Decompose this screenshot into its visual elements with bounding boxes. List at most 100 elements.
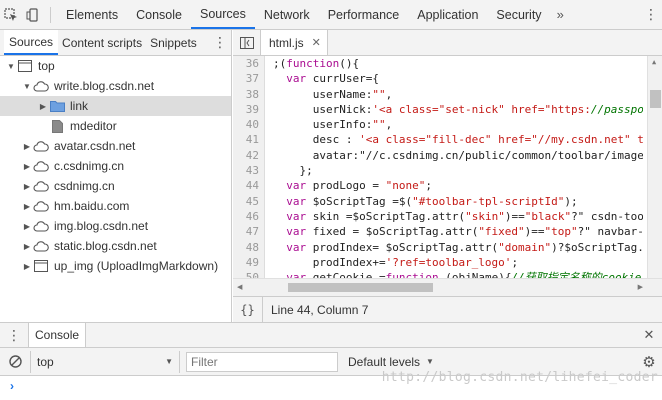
code-line[interactable]: var fixed = $oScriptTag.attr("fixed")=="… [273,224,643,239]
expanded-arrow-icon[interactable]: ▼ [5,60,17,72]
tab-sources[interactable]: Sources [190,0,255,29]
code-lines[interactable]: ;(function(){ var currUser={ userName:""… [273,56,643,296]
tree-item[interactable]: ▼ write.blog.csdn.net [0,76,231,96]
tab-network[interactable]: Network [255,0,319,29]
navigator-tabs: Sources Content scripts Snippets ⋮ [0,30,231,56]
cloud-icon [33,139,49,153]
scroll-up-icon[interactable]: ▲ [652,58,656,66]
code-line[interactable]: avatar:"//c.csdnimg.cn/public/common/too… [273,148,643,163]
customize-menu-icon[interactable]: ⋮ [640,0,662,29]
tree-item-label: mdeditor [70,119,117,133]
line-number: 45 [245,194,259,208]
code-line[interactable]: var $oScriptTag =$("#toolbar-tpl-scriptI… [273,194,643,209]
collapsed-arrow-icon[interactable]: ▶ [21,260,33,272]
toolbar-divider [50,7,51,23]
navigator-menu-icon[interactable]: ⋮ [209,30,231,55]
tab-console[interactable]: Console [127,0,191,29]
horizontal-scroll-thumb[interactable] [288,283,433,292]
tree-item[interactable]: ▶ link [0,96,231,116]
line-number: 43 [245,164,259,178]
code-line[interactable]: userName:"", [273,87,643,102]
toggle-navigator-icon[interactable] [233,30,261,55]
inspect-element-icon[interactable] [0,0,22,30]
file-tree: ▼ top ▼ write.blog.csdn.net ▶ link mdeditor ▶ av… [0,56,231,276]
editor-status-bar: {} Line 44, Column 7 [233,296,662,323]
collapsed-arrow-icon[interactable]: ▶ [21,240,33,252]
expanded-arrow-icon[interactable]: ▼ [21,80,33,92]
code-line[interactable]: desc : '<a class="fill-dec" href="//my.c… [273,132,643,147]
line-number: 47 [245,225,259,239]
code-line[interactable]: userInfo:"", [273,117,643,132]
clear-console-icon[interactable] [0,355,30,368]
code-line[interactable]: var currUser={ [273,71,643,86]
collapsed-arrow-icon[interactable]: ▶ [21,200,33,212]
line-number: 42 [245,148,259,162]
pretty-print-button[interactable]: {} [233,296,263,323]
nav-tab-sources[interactable]: Sources [4,30,59,55]
console-prompt-icon: › [10,379,14,393]
code-line[interactable]: userNick:'<a class="set-nick" href="http… [273,102,643,117]
tree-item-label: img.blog.csdn.net [54,219,149,233]
code-line[interactable]: prodIndex+='?ref=toolbar_logo'; [273,255,643,270]
file-icon [49,119,65,133]
tab-security[interactable]: Security [487,0,550,29]
more-tabs-button[interactable]: » [551,0,570,29]
code-line[interactable]: var prodIndex= $oScriptTag.attr("domain"… [273,240,643,255]
collapsed-arrow-icon[interactable]: ▶ [21,180,33,192]
code-line[interactable]: var skin =$oScriptTag.attr("skin")=="bla… [273,209,643,224]
frame-icon [17,59,33,73]
cursor-position: Line 44, Column 7 [271,302,369,317]
code-area[interactable]: 3637383940414243444546474849505152 ;(fun… [233,56,662,296]
collapsed-arrow-icon[interactable]: ▶ [37,100,49,112]
tab-performance[interactable]: Performance [319,0,409,29]
close-drawer-icon[interactable]: ✕ [636,323,662,347]
tab-application[interactable]: Application [408,0,487,29]
tree-item[interactable]: ▶ csdnimg.cn [0,176,231,196]
console-settings-gear-icon[interactable]: ⚙ [636,353,662,371]
tree-item-label: hm.baidu.com [54,199,130,213]
horizontal-scrollbar[interactable]: ◀ ▶ [233,278,662,296]
tree-item[interactable]: ▶ c.csdnimg.cn [0,156,231,176]
console-filter-input[interactable] [186,351,338,372]
cloud-icon [33,199,49,213]
tree-item[interactable]: ▶ avatar.csdn.net [0,136,231,156]
scroll-right-icon[interactable]: ▶ [638,283,643,291]
context-selector[interactable]: top ▼ [30,350,180,373]
close-tab-icon[interactable]: ✕ [312,36,321,49]
editor-file-tab[interactable]: html.js ✕ [261,30,328,55]
drawer-tab-console[interactable]: Console [28,323,87,347]
tab-elements[interactable]: Elements [57,0,127,29]
line-number: 46 [245,209,259,223]
tree-item-label: c.csdnimg.cn [54,159,125,173]
collapsed-arrow-icon[interactable]: ▶ [21,160,33,172]
vertical-scroll-thumb[interactable] [650,90,661,108]
code-line[interactable]: var prodLogo = "none"; [273,178,643,193]
drawer-menu-icon[interactable]: ⋮ [0,323,28,347]
tree-item[interactable]: ▶ hm.baidu.com [0,196,231,216]
tree-item[interactable]: ▶ static.blog.csdn.net [0,236,231,256]
device-toolbar-icon[interactable] [22,0,44,30]
code-line[interactable]: ;(function(){ [273,56,643,71]
code-line[interactable]: }; [273,163,643,178]
vertical-scrollbar[interactable]: ▲ ▼ [647,56,662,296]
dropdown-arrow-icon: ▼ [165,357,173,366]
line-number: 36 [245,57,259,70]
source-editor: html.js ✕ 363738394041424344454647484950… [233,30,662,323]
tree-item[interactable]: ▶ img.blog.csdn.net [0,216,231,236]
scroll-left-icon[interactable]: ◀ [237,283,242,291]
nav-tab-snippets[interactable]: Snippets [146,30,201,55]
collapsed-arrow-icon[interactable]: ▶ [21,140,33,152]
collapsed-arrow-icon[interactable]: ▶ [21,220,33,232]
tree-item[interactable]: ▶ up_img (UploadImgMarkdown) [0,256,231,276]
tree-item-label: write.blog.csdn.net [54,79,155,93]
tree-item[interactable]: ▼ top [0,56,231,76]
line-number: 41 [245,133,259,147]
nav-tab-content-scripts[interactable]: Content scripts [58,30,146,55]
log-levels-label: Default levels [348,354,421,369]
dropdown-arrow-icon: ▼ [426,357,434,366]
tree-item[interactable]: mdeditor [0,116,231,136]
tree-item-label: top [38,59,55,73]
log-levels-dropdown[interactable]: Default levels ▼ [348,355,434,369]
cloud-icon [33,79,49,93]
editor-tabs: html.js ✕ [233,30,662,56]
